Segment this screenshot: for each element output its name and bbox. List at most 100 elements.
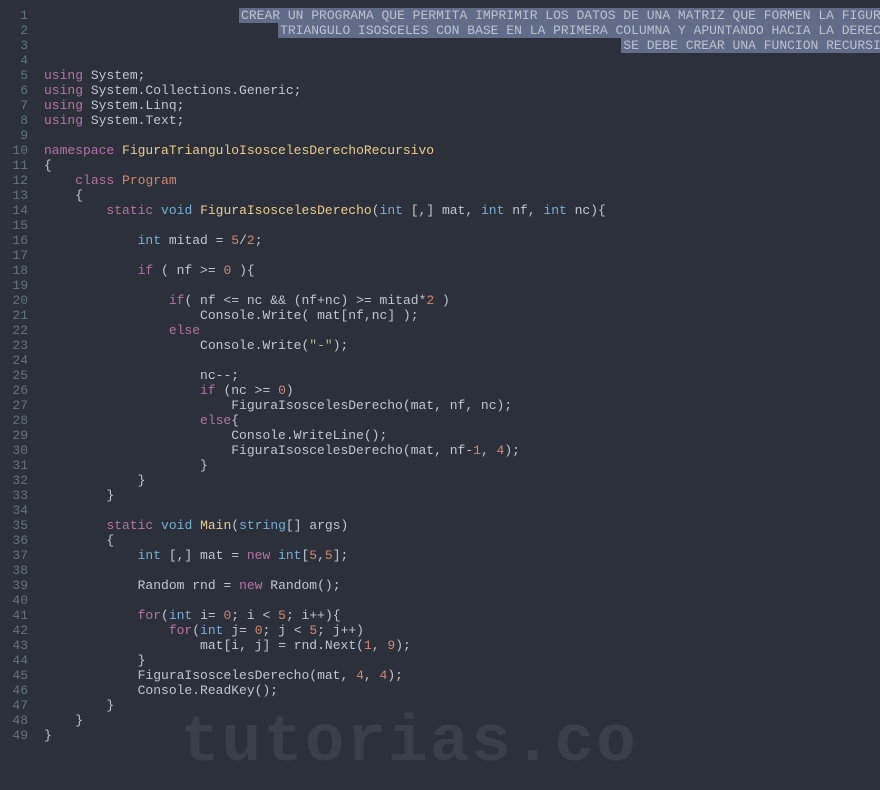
- line-number: 45: [12, 668, 28, 683]
- code-line[interactable]: if (nc >= 0): [44, 383, 880, 398]
- code-line[interactable]: }: [44, 458, 880, 473]
- line-number: 5: [12, 68, 28, 83]
- line-number: 9: [12, 128, 28, 143]
- line-number: 40: [12, 593, 28, 608]
- code-line[interactable]: [44, 248, 880, 263]
- line-number: 7: [12, 98, 28, 113]
- code-line[interactable]: int mitad = 5/2;: [44, 233, 880, 248]
- code-editor: 1 2 3 4 5 6 7 8 9 10 11 12 13 14 15 16 1…: [0, 0, 880, 790]
- code-line[interactable]: FiguraIsoscelesDerecho(mat, nf-1, 4);: [44, 443, 880, 458]
- code-line[interactable]: static void FiguraIsoscelesDerecho(int […: [44, 203, 880, 218]
- code-line[interactable]: int [,] mat = new int[5,5];: [44, 548, 880, 563]
- code-line[interactable]: static void Main(string[] args): [44, 518, 880, 533]
- line-number: 16: [12, 233, 28, 248]
- line-number: 21: [12, 308, 28, 323]
- line-number: 24: [12, 353, 28, 368]
- code-line[interactable]: }: [44, 698, 880, 713]
- line-number: 38: [12, 563, 28, 578]
- line-number: 4: [12, 53, 28, 68]
- line-number: 13: [12, 188, 28, 203]
- code-line[interactable]: Random rnd = new Random();: [44, 578, 880, 593]
- line-number: 30: [12, 443, 28, 458]
- code-line[interactable]: }: [44, 653, 880, 668]
- code-line[interactable]: mat[i, j] = rnd.Next(1, 9);: [44, 638, 880, 653]
- code-line[interactable]: [44, 53, 880, 68]
- code-line[interactable]: namespace FiguraTrianguloIsoscelesDerech…: [44, 143, 880, 158]
- line-number: 41: [12, 608, 28, 623]
- line-gutter: 1 2 3 4 5 6 7 8 9 10 11 12 13 14 15 16 1…: [0, 0, 36, 790]
- line-number: 10: [12, 143, 28, 158]
- line-number: 26: [12, 383, 28, 398]
- line-number: 36: [12, 533, 28, 548]
- code-line[interactable]: [44, 503, 880, 518]
- code-line[interactable]: Console.Write( mat[nf,nc] );: [44, 308, 880, 323]
- code-line[interactable]: for(int i= 0; i < 5; i++){: [44, 608, 880, 623]
- code-line[interactable]: [44, 128, 880, 143]
- code-line[interactable]: CREAR UN PROGRAMA QUE PERMITA IMPRIMIR L…: [44, 8, 880, 23]
- line-number: 27: [12, 398, 28, 413]
- line-number: 49: [12, 728, 28, 743]
- code-line[interactable]: {: [44, 188, 880, 203]
- line-number: 19: [12, 278, 28, 293]
- line-number: 28: [12, 413, 28, 428]
- line-number: 34: [12, 503, 28, 518]
- code-line[interactable]: {: [44, 533, 880, 548]
- line-number: 46: [12, 683, 28, 698]
- line-number: 25: [12, 368, 28, 383]
- line-number: 18: [12, 263, 28, 278]
- code-line[interactable]: [44, 353, 880, 368]
- code-line[interactable]: [44, 593, 880, 608]
- selected-comment: TRIANGULO ISOSCELES CON BASE EN LA PRIME…: [278, 23, 880, 38]
- code-line[interactable]: class Program: [44, 173, 880, 188]
- selected-comment: SE DEBE CREAR UNA FUNCION RECURSIVA: [621, 38, 880, 53]
- selected-comment: CREAR UN PROGRAMA QUE PERMITA IMPRIMIR L…: [239, 8, 880, 23]
- line-number: 37: [12, 548, 28, 563]
- line-number: 6: [12, 83, 28, 98]
- code-line[interactable]: }: [44, 473, 880, 488]
- line-number: 23: [12, 338, 28, 353]
- line-number: 3: [12, 38, 28, 53]
- line-number: 15: [12, 218, 28, 233]
- line-number: 29: [12, 428, 28, 443]
- line-number: 44: [12, 653, 28, 668]
- code-line[interactable]: else: [44, 323, 880, 338]
- code-line[interactable]: Console.Write("-");: [44, 338, 880, 353]
- code-line[interactable]: }: [44, 713, 880, 728]
- code-line[interactable]: if( nf <= nc && (nf+nc) >= mitad*2 ): [44, 293, 880, 308]
- code-line[interactable]: Console.ReadKey();: [44, 683, 880, 698]
- code-line[interactable]: using System.Linq;: [44, 98, 880, 113]
- code-line[interactable]: else{: [44, 413, 880, 428]
- line-number: 17: [12, 248, 28, 263]
- code-line[interactable]: [44, 218, 880, 233]
- line-number: 42: [12, 623, 28, 638]
- code-line[interactable]: TRIANGULO ISOSCELES CON BASE EN LA PRIME…: [44, 23, 880, 38]
- code-line[interactable]: Console.WriteLine();: [44, 428, 880, 443]
- line-number: 22: [12, 323, 28, 338]
- line-number: 12: [12, 173, 28, 188]
- line-number: 14: [12, 203, 28, 218]
- code-line[interactable]: {: [44, 158, 880, 173]
- line-number: 43: [12, 638, 28, 653]
- line-number: 2: [12, 23, 28, 38]
- code-line[interactable]: FiguraIsoscelesDerecho(mat, 4, 4);: [44, 668, 880, 683]
- line-number: 31: [12, 458, 28, 473]
- code-line[interactable]: using System.Collections.Generic;: [44, 83, 880, 98]
- line-number: 47: [12, 698, 28, 713]
- code-line[interactable]: if ( nf >= 0 ){: [44, 263, 880, 278]
- line-number: 32: [12, 473, 28, 488]
- line-number: 39: [12, 578, 28, 593]
- code-line[interactable]: }: [44, 488, 880, 503]
- code-line[interactable]: FiguraIsoscelesDerecho(mat, nf, nc);: [44, 398, 880, 413]
- line-number: 20: [12, 293, 28, 308]
- code-line[interactable]: SE DEBE CREAR UNA FUNCION RECURSIVA: [44, 38, 880, 53]
- line-number: 48: [12, 713, 28, 728]
- code-content[interactable]: CREAR UN PROGRAMA QUE PERMITA IMPRIMIR L…: [36, 0, 880, 790]
- code-line[interactable]: for(int j= 0; j < 5; j++): [44, 623, 880, 638]
- code-line[interactable]: [44, 563, 880, 578]
- code-line[interactable]: nc--;: [44, 368, 880, 383]
- code-line[interactable]: }: [44, 728, 880, 743]
- code-line[interactable]: [44, 278, 880, 293]
- line-number: 11: [12, 158, 28, 173]
- code-line[interactable]: using System.Text;: [44, 113, 880, 128]
- code-line[interactable]: using System;: [44, 68, 880, 83]
